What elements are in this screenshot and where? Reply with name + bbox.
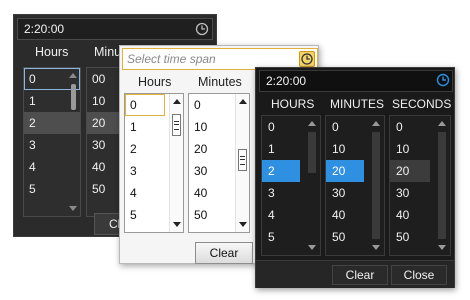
hours-header: Hours xyxy=(138,75,172,89)
hours-list[interactable]: 0 1 2 3 4 5 xyxy=(23,67,81,217)
picker-footer: Clear Close xyxy=(256,260,454,288)
hours-list[interactable]: 0 1 2 3 4 5 xyxy=(261,115,321,256)
minutes-list[interactable]: 0 10 20 30 40 50 xyxy=(325,115,385,256)
list-item[interactable]: 20 xyxy=(326,160,364,182)
minutes-scrollbar[interactable] xyxy=(235,94,249,232)
hours-scrollbar[interactable] xyxy=(169,94,183,232)
minutes-header: MINUTES xyxy=(330,97,384,111)
hours-header: HOURS xyxy=(271,97,315,111)
minutes-list[interactable]: 0 10 20 30 40 50 xyxy=(188,93,250,233)
close-button[interactable]: Close xyxy=(391,265,447,285)
list-item[interactable]: 0 xyxy=(125,94,165,116)
clear-button[interactable]: Clear xyxy=(332,265,388,285)
list-item[interactable]: 2 xyxy=(262,160,300,182)
hours-scrollbar[interactable] xyxy=(66,68,80,216)
time-value: 2:20:00 xyxy=(266,74,307,88)
time-placeholder: Select time span xyxy=(127,52,216,66)
minutes-scrollbar[interactable] xyxy=(370,116,382,255)
hours-list[interactable]: 0 1 2 3 4 5 xyxy=(124,93,184,233)
seconds-scrollbar[interactable] xyxy=(436,116,448,255)
timespan-picker-dark: 2:20:00 HOURS MINUTES SECONDS 0 1 2 3 4 … xyxy=(255,67,455,288)
time-input[interactable]: 2:20:00 xyxy=(17,18,213,40)
hours-header: Hours xyxy=(35,45,69,59)
hours-scrollbar[interactable] xyxy=(306,116,318,255)
clear-button[interactable]: Clear xyxy=(195,242,253,264)
seconds-header: SECONDS xyxy=(392,97,452,111)
time-value: 2:20:00 xyxy=(24,22,65,36)
clock-icon[interactable] xyxy=(436,73,450,87)
minutes-header: Minu xyxy=(94,45,122,59)
seconds-list[interactable]: 0 10 20 30 40 50 xyxy=(389,115,451,256)
list-item[interactable]: 20 xyxy=(390,160,430,182)
clock-icon[interactable] xyxy=(195,22,209,36)
clock-icon[interactable] xyxy=(299,51,315,67)
minutes-header: Minutes xyxy=(198,75,242,89)
time-input[interactable]: 2:20:00 xyxy=(259,70,453,92)
